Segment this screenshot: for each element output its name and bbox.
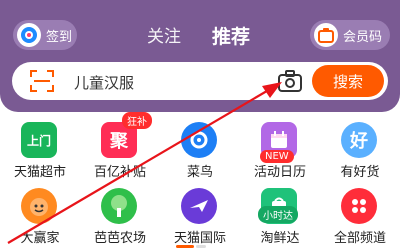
subsidy-badge: 狂补 xyxy=(122,112,152,129)
signin-icon xyxy=(17,23,41,47)
grid-label: 大赢家 xyxy=(20,231,60,246)
tmall-global-icon xyxy=(181,188,217,224)
grid-label: 天猫国际 xyxy=(173,231,226,246)
grid-item-cainiao[interactable]: 菜鸟 xyxy=(160,122,240,182)
tmall-supermarket-icon: 上门 xyxy=(21,122,57,158)
tab-follow[interactable]: 关注 xyxy=(147,22,181,47)
header-bar: 签到 关注 推荐 会员码 儿童汉服 搜索 xyxy=(0,0,400,112)
good-goods-icon: 好 xyxy=(341,122,377,158)
search-bar[interactable]: 儿童汉服 搜索 xyxy=(12,62,388,100)
page-indicator xyxy=(196,245,206,248)
member-code-button[interactable]: 会员码 xyxy=(310,20,390,50)
scan-icon[interactable] xyxy=(30,70,54,92)
grid-label: 百亿补贴 xyxy=(93,165,146,180)
grid-item-all-channels[interactable]: 全部频道 xyxy=(320,188,400,248)
grid-item-winner[interactable]: 大赢家 xyxy=(0,188,80,248)
member-code-icon xyxy=(314,23,338,47)
grid-label: 菜鸟 xyxy=(186,165,213,180)
signin-label: 签到 xyxy=(46,29,73,45)
search-input[interactable]: 儿童汉服 xyxy=(74,72,134,93)
signin-button[interactable]: 签到 xyxy=(13,20,77,50)
grid-label: 淘鲜达 xyxy=(260,231,300,246)
grid-item-taoxianda[interactable]: 小时达 淘鲜达 xyxy=(240,188,320,248)
grid-item-baba-farm[interactable]: 芭芭农场 xyxy=(80,188,160,248)
hour-delivery-badge: 小时达 xyxy=(258,206,298,223)
grid-item-good-goods[interactable]: 好 有好货 xyxy=(320,122,400,182)
camera-icon[interactable] xyxy=(278,70,302,92)
grid-label: 有好货 xyxy=(340,165,380,180)
all-channels-icon xyxy=(341,188,377,224)
search-button[interactable]: 搜索 xyxy=(312,65,384,97)
grid-item-subsidy[interactable]: 聚 狂补 百亿补贴 xyxy=(80,112,160,182)
page-indicator-active xyxy=(176,245,194,248)
member-code-label: 会员码 xyxy=(343,29,383,45)
grid-label: 活动日历 xyxy=(253,165,306,180)
grid-label: 全部频道 xyxy=(333,231,386,246)
grid-label: 天猫超市 xyxy=(13,165,66,180)
grid-label: 芭芭农场 xyxy=(93,231,146,246)
grid-item-tmall-supermarket[interactable]: 上门 天猫超市 xyxy=(0,122,80,182)
baba-farm-icon xyxy=(101,188,137,224)
cainiao-icon xyxy=(181,122,217,158)
winner-icon xyxy=(21,188,57,224)
grid-item-calendar[interactable]: NEW 活动日历 xyxy=(240,122,320,182)
tab-recommend[interactable]: 推荐 xyxy=(212,22,250,49)
grid-item-tmall-global[interactable]: 天猫国际 xyxy=(160,188,240,248)
